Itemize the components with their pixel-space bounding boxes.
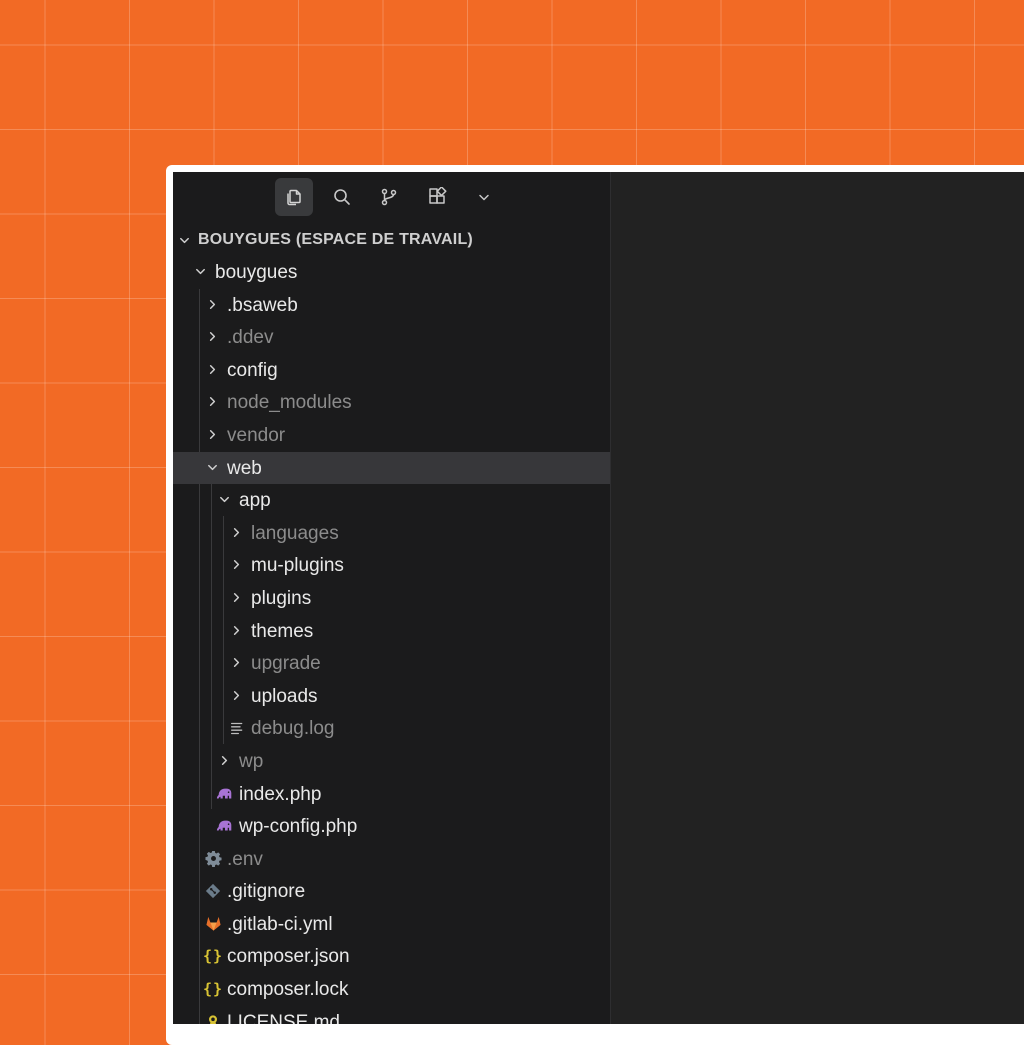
chevron-down-icon	[180, 237, 189, 244]
folder-row[interactable]: wp	[173, 745, 610, 778]
git-icon	[204, 882, 222, 900]
tree-item-label: themes	[251, 620, 314, 642]
files-icon	[287, 189, 301, 206]
chevron-right-icon	[218, 754, 231, 772]
file-row[interactable]: {} composer.json	[173, 940, 610, 973]
file-row[interactable]: .env	[173, 843, 610, 876]
folder-row[interactable]: node_modules	[173, 386, 610, 419]
file-row[interactable]: index.php	[173, 778, 610, 811]
workspace-section-header[interactable]: BOUYGUES (ESPACE DE TRAVAIL)	[173, 227, 610, 253]
tree-item-label: node_modules	[227, 392, 352, 414]
explorer-tab-button[interactable]	[275, 178, 313, 216]
folder-row[interactable]: vendor	[173, 419, 610, 452]
file-row[interactable]: {} composer.lock	[173, 973, 610, 1006]
tree-item-label: upgrade	[251, 653, 321, 675]
file-row[interactable]: wp-config.php	[173, 810, 610, 843]
chevron-right-icon	[206, 395, 219, 413]
braces-icon: {}	[202, 947, 224, 966]
chevron-right-icon	[206, 363, 219, 381]
chevron-down-icon	[479, 194, 489, 201]
php-elephant-icon	[216, 785, 234, 803]
folder-row[interactable]: plugins	[173, 582, 610, 615]
source-control-tab-button[interactable]	[370, 178, 408, 216]
chevron-down-icon	[206, 461, 219, 479]
tree-item-label: uploads	[251, 685, 318, 707]
log-file-icon	[228, 719, 246, 737]
tree-item-label: index.php	[239, 783, 322, 805]
php-elephant-icon	[216, 817, 234, 835]
chevron-right-icon	[230, 656, 243, 674]
file-row[interactable]: .gitlab-ci.yml	[173, 908, 610, 941]
file-row[interactable]: debug.log	[173, 712, 610, 745]
tree-item-label: .gitignore	[227, 881, 306, 903]
chevron-down-icon	[218, 493, 231, 511]
file-row[interactable]: .gitignore	[173, 875, 610, 908]
extensions-icon	[428, 187, 446, 204]
chevron-right-icon	[206, 428, 219, 446]
tree-item-label: bouygues	[215, 262, 298, 283]
tree-item-label: composer.json	[227, 946, 350, 968]
folder-row[interactable]: languages	[173, 517, 610, 550]
folder-row[interactable]: bouygues	[173, 256, 610, 289]
folder-row[interactable]: uploads	[173, 680, 610, 713]
tree-item-label: app	[239, 490, 271, 512]
chevron-right-icon	[230, 591, 243, 609]
source-control-icon	[381, 188, 397, 206]
sidebar-toolbar	[275, 178, 513, 216]
workspace-title: BOUYGUES (ESPACE DE TRAVAIL)	[198, 231, 473, 248]
chevron-right-icon	[230, 689, 243, 707]
tree-item-label: composer.lock	[227, 979, 349, 1001]
braces-icon: {}	[202, 980, 224, 999]
tree-item-label: .bsaweb	[227, 294, 298, 316]
chevron-right-icon	[230, 558, 243, 576]
folder-row[interactable]: config	[173, 354, 610, 387]
tree-item-label: mu-plugins	[251, 555, 344, 577]
folder-row[interactable]: web	[173, 451, 610, 485]
folder-row[interactable]: app	[173, 484, 610, 517]
tree-item-label: vendor	[227, 424, 286, 446]
chevron-right-icon	[206, 330, 219, 348]
tree-item-label: wp	[239, 750, 264, 772]
chevron-right-icon	[206, 298, 219, 316]
folder-row[interactable]: .ddev	[173, 321, 610, 354]
tree-item-label: web	[227, 457, 262, 479]
gear-icon	[204, 850, 222, 868]
license-icon	[204, 1013, 222, 1024]
tree-item-label: .ddev	[227, 327, 274, 349]
file-row[interactable]: LICENSE.md	[173, 1006, 610, 1024]
extensions-tab-button[interactable]	[418, 178, 456, 216]
folder-row[interactable]: upgrade	[173, 647, 610, 680]
tree-item-label: .gitlab-ci.yml	[227, 913, 333, 935]
tree-item-label: LICENSE.md	[227, 1011, 340, 1024]
folder-row[interactable]: themes	[173, 615, 610, 648]
more-views-button[interactable]	[465, 178, 503, 216]
editor-window: BOUYGUES (ESPACE DE TRAVAIL) bouygues .bs…	[173, 172, 1024, 1024]
tree-item-label: plugins	[251, 587, 312, 609]
chevron-down-icon	[194, 265, 207, 283]
search-icon	[333, 189, 350, 205]
tree-item-label: languages	[251, 522, 339, 544]
tree-item-label: debug.log	[251, 718, 335, 740]
chevron-right-icon	[230, 526, 243, 544]
tree-item-label: .env	[227, 848, 263, 870]
chevron-right-icon	[230, 624, 243, 642]
explorer-sidebar: BOUYGUES (ESPACE DE TRAVAIL) bouygues .bs…	[173, 172, 611, 1024]
editor-area	[611, 172, 1024, 1024]
file-tree: bouygues .bsaweb .ddev config node_modulesve…	[173, 256, 610, 1024]
tree-item-label: wp-config.php	[239, 816, 358, 838]
search-tab-button[interactable]	[323, 178, 361, 216]
folder-row[interactable]: mu-plugins	[173, 549, 610, 582]
folder-row[interactable]: .bsaweb	[173, 289, 610, 322]
tree-item-label: config	[227, 359, 278, 381]
gitlab-fox-icon	[204, 915, 222, 933]
